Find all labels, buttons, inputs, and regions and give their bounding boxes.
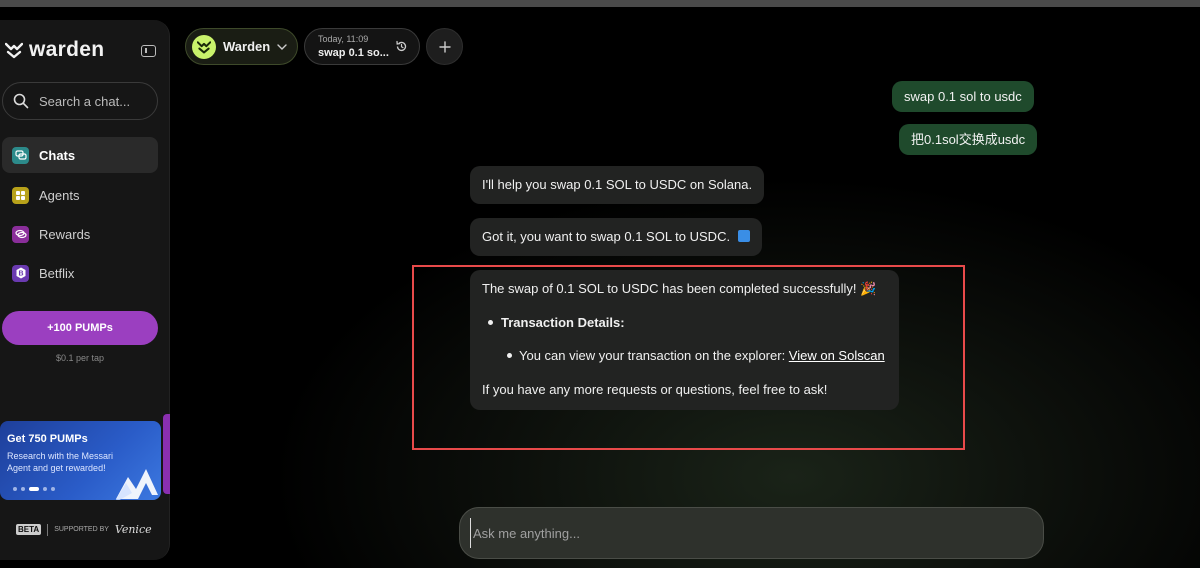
carousel-dot[interactable] xyxy=(43,487,47,491)
search-chat-input[interactable]: Search a chat... xyxy=(2,82,158,120)
bullet-point xyxy=(488,320,493,325)
carousel-dot[interactable] xyxy=(13,487,17,491)
sidebar-item-betflix[interactable]: B Betflix xyxy=(2,255,158,291)
explorer-line: You can view your transaction on the exp… xyxy=(519,348,885,363)
carousel-dots[interactable] xyxy=(13,487,55,491)
sidebar-item-label: Rewards xyxy=(39,226,91,242)
get-pumps-button[interactable]: +100 PUMPs xyxy=(2,311,158,345)
current-chat-tab[interactable]: Today, 11:09 swap 0.1 so... xyxy=(304,28,420,65)
solscan-link[interactable]: View on Solscan xyxy=(789,348,885,363)
new-chat-button[interactable] xyxy=(426,28,463,65)
supported-by-text: SUPPORTED BY xyxy=(54,526,109,533)
chat-title: swap 0.1 so... xyxy=(318,47,389,59)
pumps-rate-text: $0.1 per tap xyxy=(55,353,105,363)
sidebar-item-agents[interactable]: Agents xyxy=(2,177,158,213)
assistant-message-text: Got it, you want to swap 0.1 SOL to USDC… xyxy=(482,229,731,244)
brand-logo[interactable]: warden xyxy=(5,38,104,62)
sidebar-item-label: Betflix xyxy=(39,265,75,281)
details-label: Transaction Details xyxy=(501,315,621,330)
sidebar-item-label: Chats xyxy=(39,147,76,163)
promo-card[interactable]: Get 750 PUMPs Research with the Messari … xyxy=(0,421,161,500)
divider xyxy=(47,523,49,536)
agents-icon xyxy=(12,186,29,204)
venice-logo: Venice xyxy=(114,523,152,536)
plus-icon xyxy=(438,40,451,53)
promo-next-card[interactable] xyxy=(163,414,170,494)
user-message: 把0.1sol交换成usdc xyxy=(899,124,1038,155)
chat-timestamp: Today, 11:09 xyxy=(318,34,369,44)
sidebar-item-label: Agents xyxy=(39,187,80,203)
betflix-icon: B xyxy=(12,264,29,282)
assistant-message: Got it, you want to swap 0.1 SOL to USDC… xyxy=(470,218,762,256)
collapse-sidebar-icon[interactable] xyxy=(141,45,156,57)
sidebar: warden Search a chat... Chats Agents Rew… xyxy=(0,20,170,560)
agent-name: Warden xyxy=(223,39,271,54)
bullet-point xyxy=(507,353,512,358)
search-placeholder: Search a chat... xyxy=(39,93,131,109)
chat-icon xyxy=(12,146,29,164)
sidebar-item-rewards[interactable]: Rewards xyxy=(2,216,158,252)
sidebar-item-chats[interactable]: Chats xyxy=(2,137,158,173)
carousel-dot-active[interactable] xyxy=(29,487,39,491)
svg-text:B: B xyxy=(18,271,23,278)
details-colon: : xyxy=(620,315,625,330)
agent-selector[interactable]: Warden xyxy=(185,28,298,65)
result-headline: The swap of 0.1 SOL to USDC has been com… xyxy=(482,281,877,296)
history-icon[interactable] xyxy=(395,40,408,53)
warden-agent-icon xyxy=(192,34,216,59)
messari-logo-icon xyxy=(115,469,158,500)
details-heading: Transaction Details: xyxy=(501,315,625,330)
promo-description: Research with the Messari Agent and get … xyxy=(7,451,114,473)
message-composer[interactable] xyxy=(459,507,1044,559)
refresh-emoji-icon xyxy=(737,230,750,242)
footer-credits: BETA SUPPORTED BY Venice xyxy=(16,523,152,536)
window-top-bar xyxy=(0,0,1200,7)
closing-text: If you have any more requests or questio… xyxy=(482,382,828,397)
search-icon xyxy=(13,93,29,109)
rewards-icon xyxy=(12,225,29,243)
message-input[interactable] xyxy=(470,518,1030,548)
explorer-text: You can view your transaction on the exp… xyxy=(519,348,789,363)
assistant-message-result: The swap of 0.1 SOL to USDC has been com… xyxy=(470,270,899,410)
chevron-down-icon xyxy=(277,43,287,50)
beta-badge: BETA xyxy=(16,524,42,535)
user-message: swap 0.1 sol to usdc xyxy=(892,81,1034,112)
warden-logo-icon xyxy=(5,42,23,59)
promo-title: Get 750 PUMPs xyxy=(7,433,88,445)
assistant-message: I'll help you swap 0.1 SOL to USDC on So… xyxy=(470,166,765,204)
brand-name: warden xyxy=(29,38,105,61)
carousel-dot[interactable] xyxy=(21,487,25,491)
carousel-dot[interactable] xyxy=(51,487,55,491)
